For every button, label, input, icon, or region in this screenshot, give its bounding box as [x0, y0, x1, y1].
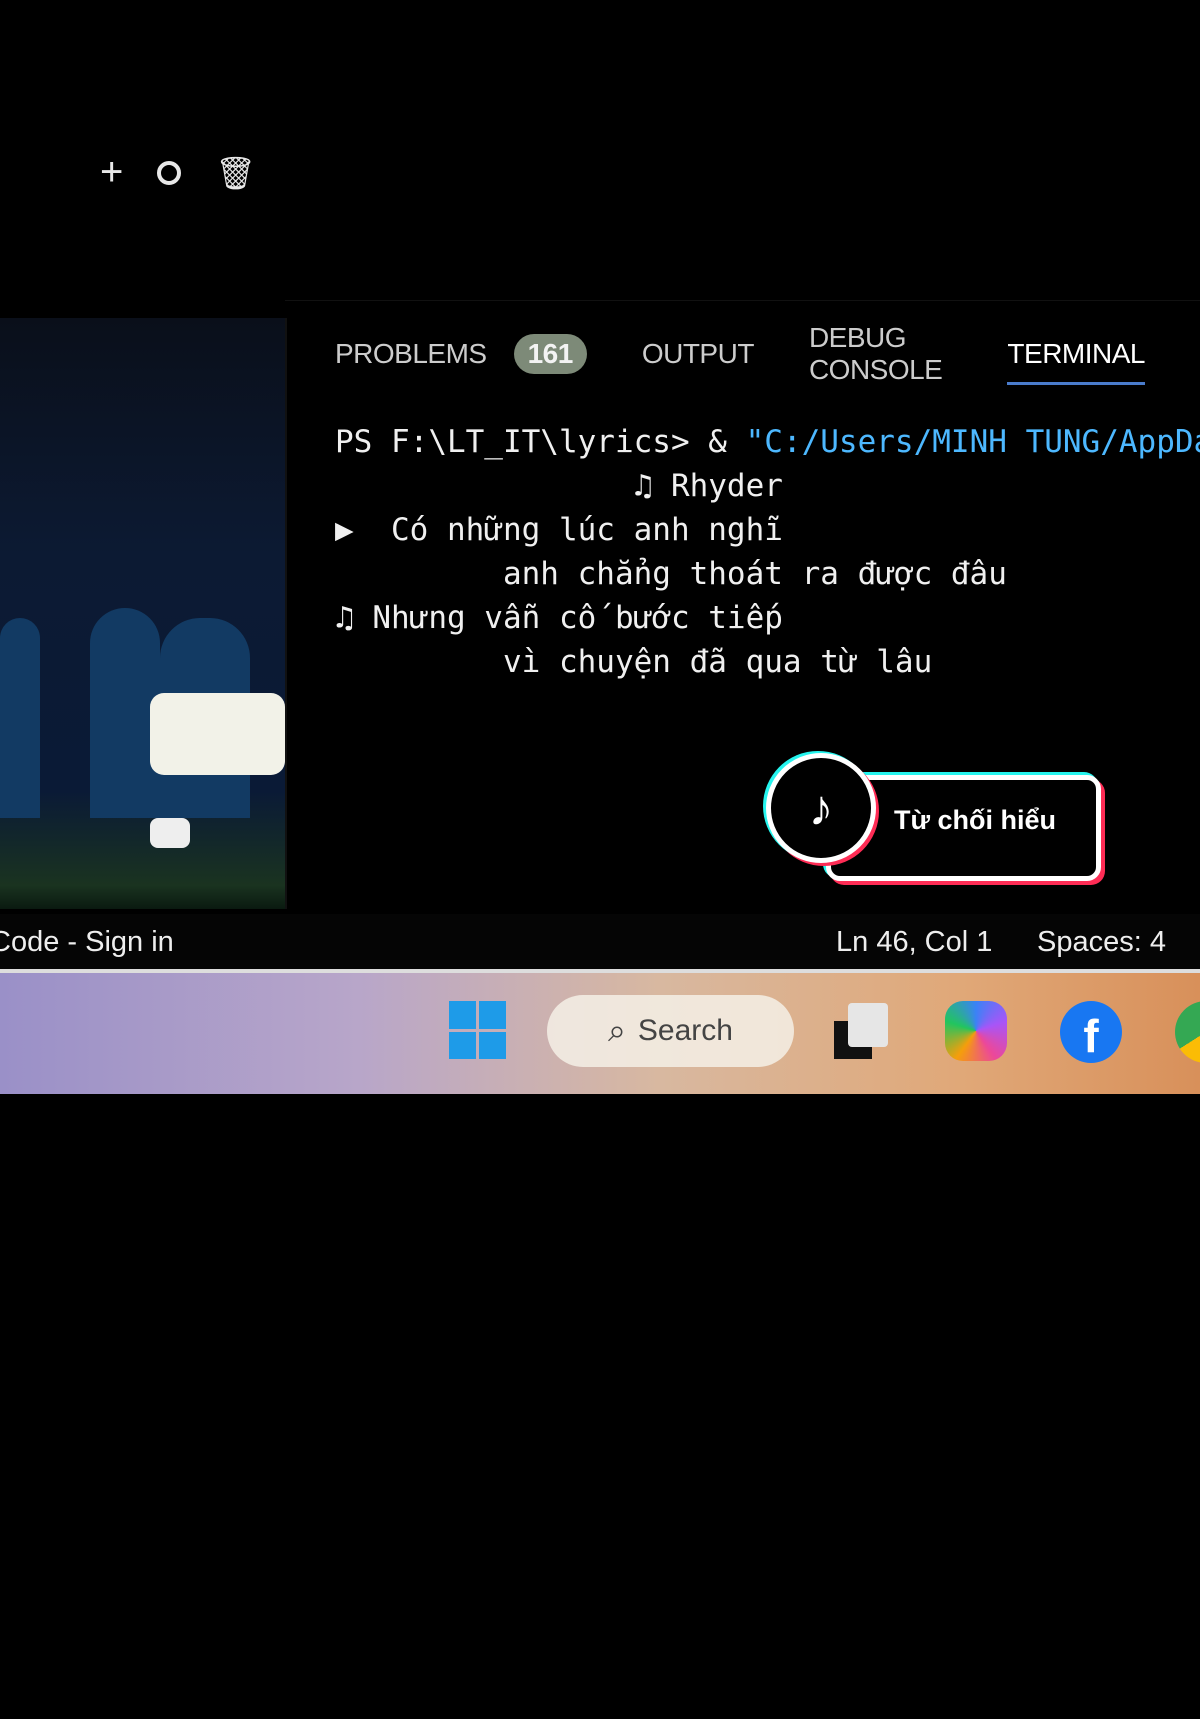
terminal-prompt: PS F:\LT_IT\lyrics> &	[335, 424, 746, 460]
game-preview	[0, 318, 287, 909]
speech-bubble	[150, 693, 285, 775]
divider	[285, 300, 1200, 301]
plus-icon[interactable]: +	[100, 150, 123, 195]
character-sprite	[150, 818, 190, 848]
trash-icon[interactable]: 🗑	[215, 154, 256, 192]
account-status[interactable]: Code - Sign in	[0, 926, 174, 959]
circle-icon[interactable]	[157, 160, 182, 185]
taskbar: ⌕ Search f	[0, 969, 1200, 1094]
chrome-icon[interactable]	[1175, 1001, 1200, 1063]
tab-output[interactable]: OUTPUT	[642, 338, 755, 370]
terminal-output[interactable]: PS F:\LT_IT\lyrics> & "C:/Users/MINH TUN…	[335, 420, 1200, 684]
terminal-command-line: PS F:\LT_IT\lyrics> & "C:/Users/MINH TUN…	[335, 420, 1200, 464]
panel-toolbar: + 🗑	[100, 150, 256, 195]
terminal-line: anh chẳng thoát ra được đâu	[335, 556, 1007, 592]
task-view-icon[interactable]	[834, 1003, 894, 1059]
panel-tabs: PROBLEMS 161 OUTPUT DEBUG CONSOLE TERMIN…	[335, 322, 1200, 386]
tab-problems[interactable]: PROBLEMS	[335, 338, 487, 370]
terminal-line: ♫ Nhưng vẫn cố bước tiếp	[335, 600, 783, 636]
search-icon: ⌕	[608, 1012, 626, 1048]
cursor-position[interactable]: Ln 46, Col 1	[836, 926, 992, 959]
tiktok-logo-icon: ♪	[766, 753, 876, 863]
taskbar-search[interactable]: ⌕ Search	[547, 995, 794, 1067]
facebook-icon[interactable]: f	[1060, 1001, 1122, 1063]
windows-start-icon[interactable]	[449, 1001, 506, 1059]
terminal-command: "C:/Users/MINH TUNG/AppDa	[745, 424, 1200, 460]
watermark-caption: Từ chối hiểu	[894, 805, 1057, 835]
terminal-line: ♫ Rhyder	[335, 468, 783, 504]
problems-count-badge: 161	[513, 334, 587, 374]
tab-debug-console[interactable]: DEBUG CONSOLE	[809, 322, 952, 386]
tiktok-watermark: ♪ Từ chối hiểu	[766, 753, 1101, 881]
tab-terminal[interactable]: TERMINAL	[1007, 338, 1145, 385]
copilot-icon[interactable]	[945, 1001, 1007, 1061]
terminal-line: vì chuyện đã qua từ lâu	[335, 644, 933, 680]
indentation-status[interactable]: Spaces: 4	[1037, 926, 1166, 959]
terminal-line: ▶ Có những lúc anh nghĩ	[335, 512, 783, 548]
status-bar: Code - Sign in Ln 46, Col 1 Spaces: 4	[0, 914, 1200, 969]
search-label: Search	[637, 1014, 733, 1047]
